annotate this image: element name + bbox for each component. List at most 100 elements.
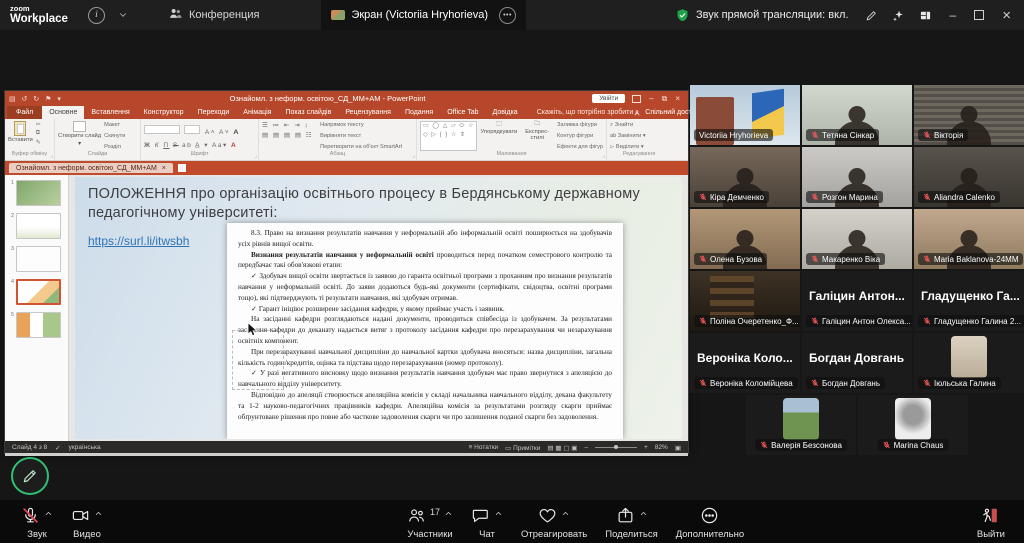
find-button[interactable]: ⌕ Знайти bbox=[610, 121, 646, 130]
arrange-button[interactable]: ⬚Упорядкувати bbox=[480, 121, 517, 151]
participant-tile[interactable]: Вікторія bbox=[914, 85, 1024, 145]
participant-tile[interactable]: Кіра Демченко bbox=[690, 147, 800, 207]
paste-button[interactable]: Вставити bbox=[8, 121, 33, 151]
sign-in-button[interactable]: Увійти bbox=[592, 94, 625, 103]
slide-thumbnail[interactable]: 5 bbox=[8, 312, 65, 338]
zoom-out-button[interactable]: – bbox=[584, 444, 588, 451]
spellcheck-icon[interactable]: ✓ bbox=[55, 444, 60, 452]
participant-tile[interactable]: Поліна Очеретенко_Ф... bbox=[690, 271, 800, 331]
participant-tile[interactable]: Галіцин Антон...Галіцин Антон Олекса... bbox=[802, 271, 912, 331]
fit-slide-button[interactable]: ▣ bbox=[675, 444, 681, 452]
shape-effects-button[interactable]: Ефекти для фігур bbox=[557, 143, 603, 151]
ribbon-tab-7[interactable]: Рецензування bbox=[338, 106, 398, 119]
ppt-close-button[interactable]: × bbox=[675, 95, 680, 103]
quick-styles-button[interactable]: 🗀Експрес-стилі bbox=[520, 121, 554, 151]
comments-button[interactable]: ▭ Примітки bbox=[505, 444, 540, 452]
shape-outline-button[interactable]: Контур фігури bbox=[557, 132, 603, 141]
ribbon-options-icon[interactable] bbox=[632, 95, 641, 103]
chevron-up-icon[interactable] bbox=[94, 506, 103, 518]
replace-button[interactable]: ab Замінити ▾ bbox=[610, 132, 646, 141]
participant-tile[interactable]: Marina Chaus bbox=[858, 395, 968, 455]
shape-fill-button[interactable]: Заливка фігури bbox=[557, 121, 603, 130]
font-style-buttons[interactable]: Ж К П S ab A̲ ▾ Aa▾ A bbox=[144, 141, 255, 149]
participant-tile[interactable]: Maria Baklanova-24MM bbox=[914, 209, 1024, 269]
minimize-button[interactable]: – bbox=[950, 9, 957, 21]
ribbon-tab-10[interactable]: Довідка bbox=[486, 106, 525, 119]
ribbon-tab-6[interactable]: Показ слайдів bbox=[278, 106, 338, 119]
slide-thumbnail[interactable]: 3 bbox=[8, 246, 65, 272]
restore-button[interactable] bbox=[974, 10, 984, 20]
zoom-in-button[interactable]: + bbox=[644, 444, 648, 451]
smartart-button[interactable]: Перетворити на об'єкт SmartArt bbox=[320, 143, 402, 151]
close-button[interactable]: × bbox=[1002, 8, 1011, 23]
notes-button[interactable]: ≡ Нотатки bbox=[469, 444, 499, 451]
chevron-up-icon[interactable] bbox=[561, 506, 570, 518]
select-button[interactable]: ▻ Виділити ▾ bbox=[610, 143, 646, 151]
ribbon-tab-9[interactable]: Office Tab bbox=[440, 106, 485, 119]
participant-tile[interactable]: Тетяна Сінкар bbox=[802, 85, 912, 145]
ribbon-tab-3[interactable]: Конструктор bbox=[137, 106, 191, 119]
document-tab[interactable]: Ознайомл. з неформ. освітою_СД_ММ+АМ × bbox=[9, 163, 173, 173]
participant-tile[interactable]: Вероніка Коло...Вероніка Коломійцева bbox=[690, 333, 800, 393]
chevron-up-icon[interactable] bbox=[44, 506, 53, 518]
shapes-gallery[interactable]: ▭ ◯ △ ▱ ⬭ ☆◇ ▷ ( ) ☆ ⇕ bbox=[420, 121, 477, 151]
view-buttons[interactable]: ▤ ▦ ▢ ▣ bbox=[547, 444, 577, 452]
toolbar-chat-button[interactable]: Чат bbox=[462, 503, 512, 540]
ribbon-tab-8[interactable]: Подання bbox=[398, 106, 440, 119]
tab-options-icon[interactable]: ••• bbox=[499, 7, 516, 24]
layout-button[interactable]: Макет bbox=[104, 121, 125, 130]
toolbar-share-button[interactable]: Поделиться bbox=[596, 503, 666, 540]
zoom-level[interactable]: 82% bbox=[655, 444, 668, 451]
chevron-up-icon[interactable] bbox=[639, 506, 648, 518]
ppt-minimize-button[interactable]: – bbox=[649, 95, 653, 103]
tell-me-label[interactable]: Скажіть, що потрібно зробити bbox=[537, 109, 634, 116]
participant-tile[interactable]: Олена Бузова bbox=[690, 209, 800, 269]
toolbar-participants-button[interactable]: 17Участники bbox=[398, 503, 462, 540]
participant-tile[interactable]: Макаренко Віка bbox=[802, 209, 912, 269]
tab-screen-share[interactable]: Экран (Victoriia Hryhorieva) ••• bbox=[321, 0, 526, 30]
document-tab-close-icon[interactable]: × bbox=[162, 165, 166, 172]
layout-view-icon[interactable] bbox=[919, 9, 932, 22]
language-indicator[interactable]: українська bbox=[69, 444, 101, 451]
slide-thumbnail[interactable]: 4 bbox=[8, 279, 65, 305]
participant-tile[interactable]: Розгон Марина bbox=[802, 147, 912, 207]
slide-number-indicator[interactable]: Слайд 4 з 8 bbox=[12, 444, 47, 451]
slide-thumbnail[interactable]: 2 bbox=[8, 213, 65, 239]
chevron-up-icon[interactable] bbox=[444, 506, 453, 518]
text-direction-button[interactable]: Напрямок тексту bbox=[320, 121, 402, 130]
font-name-size-controls[interactable]: A˄ A˅ 𝗔 bbox=[144, 121, 255, 139]
ppt-restore-button[interactable]: ⧉ bbox=[662, 95, 668, 103]
section-button[interactable]: Розділ bbox=[104, 143, 125, 151]
slide-link[interactable]: https://surl.li/itwsbh bbox=[88, 234, 189, 248]
quick-access-toolbar[interactable]: ▤ ↺ ↻ ⚑ ▾ bbox=[9, 95, 63, 103]
participant-tile[interactable]: Victoriia Hryhorieva bbox=[690, 85, 800, 145]
participant-tile[interactable]: Богдан ДовганьБогдан Довгань bbox=[802, 333, 912, 393]
align-text-button[interactable]: Вирівняти текст bbox=[320, 132, 402, 141]
ribbon-tab-4[interactable]: Переходи bbox=[191, 106, 237, 119]
participant-tile[interactable]: Валерія Безсонова bbox=[746, 395, 856, 455]
toolbar-video-button[interactable]: Видео bbox=[62, 503, 112, 540]
annotate-pen-icon[interactable] bbox=[865, 9, 878, 22]
list-buttons[interactable]: ☰ ≔ ⇤ ⇥ ↕ bbox=[262, 121, 313, 129]
reset-button[interactable]: Скинути bbox=[104, 132, 125, 141]
chevron-up-icon[interactable] bbox=[494, 506, 503, 518]
ribbon-tab-2[interactable]: Вставлення bbox=[84, 106, 136, 119]
tab-conference[interactable]: Конференция bbox=[168, 0, 259, 30]
participant-tile[interactable]: Іюльська Галина bbox=[914, 333, 1024, 393]
ribbon-tab-0[interactable]: Файл bbox=[7, 106, 42, 119]
toolbar-more-button[interactable]: Дополнительно bbox=[667, 503, 753, 540]
info-icon[interactable]: i bbox=[88, 7, 105, 24]
new-document-tab-button[interactable] bbox=[178, 164, 186, 172]
toolbar-reactions-button[interactable]: Отреагировать bbox=[512, 503, 596, 540]
zoom-slider[interactable] bbox=[595, 447, 637, 448]
participant-tile[interactable]: Гладущенко Га...Гладущенко Галина 2... bbox=[914, 271, 1024, 331]
toolbar-leave-button[interactable]: Выйти bbox=[968, 503, 1014, 540]
align-buttons[interactable]: ▤ ▤ ▤ ▤ ☷ bbox=[262, 131, 313, 139]
annotation-toolbar-button[interactable] bbox=[11, 457, 49, 495]
ribbon-tab-1[interactable]: Основне bbox=[42, 106, 84, 119]
toolbar-mute-button[interactable]: Звук bbox=[12, 503, 62, 540]
ai-companion-icon[interactable] bbox=[892, 9, 905, 22]
slide-thumbnail[interactable]: 1 bbox=[8, 180, 65, 206]
chevron-down-icon[interactable] bbox=[118, 10, 128, 20]
participant-tile[interactable]: Aliandra Calenko bbox=[914, 147, 1024, 207]
